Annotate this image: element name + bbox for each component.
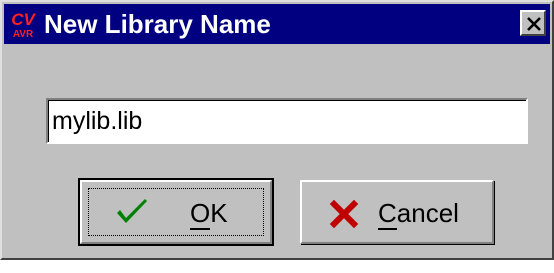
cancel-label-rest: ancel bbox=[396, 198, 459, 228]
dialog-title: New Library Name bbox=[44, 9, 271, 39]
svg-text:CV: CV bbox=[11, 10, 36, 29]
close-icon bbox=[527, 17, 541, 31]
ok-label: OK bbox=[190, 198, 228, 230]
ok-label-rest: K bbox=[210, 198, 228, 228]
svg-text:AVR: AVR bbox=[13, 29, 34, 40]
close-button[interactable] bbox=[520, 10, 546, 36]
library-name-input[interactable] bbox=[46, 98, 528, 144]
checkmark-icon bbox=[114, 196, 150, 235]
cancel-button[interactable]: Cancel bbox=[300, 180, 494, 244]
ok-button[interactable]: OK bbox=[78, 178, 274, 246]
x-cross-icon bbox=[329, 199, 359, 235]
new-library-name-dialog: CV AVR New Library Name OK Cancel bbox=[0, 0, 554, 260]
cancel-label: Cancel bbox=[378, 198, 459, 230]
cvavr-logo-icon: CV AVR bbox=[8, 8, 38, 40]
title-bar[interactable]: CV AVR New Library Name bbox=[4, 4, 550, 44]
